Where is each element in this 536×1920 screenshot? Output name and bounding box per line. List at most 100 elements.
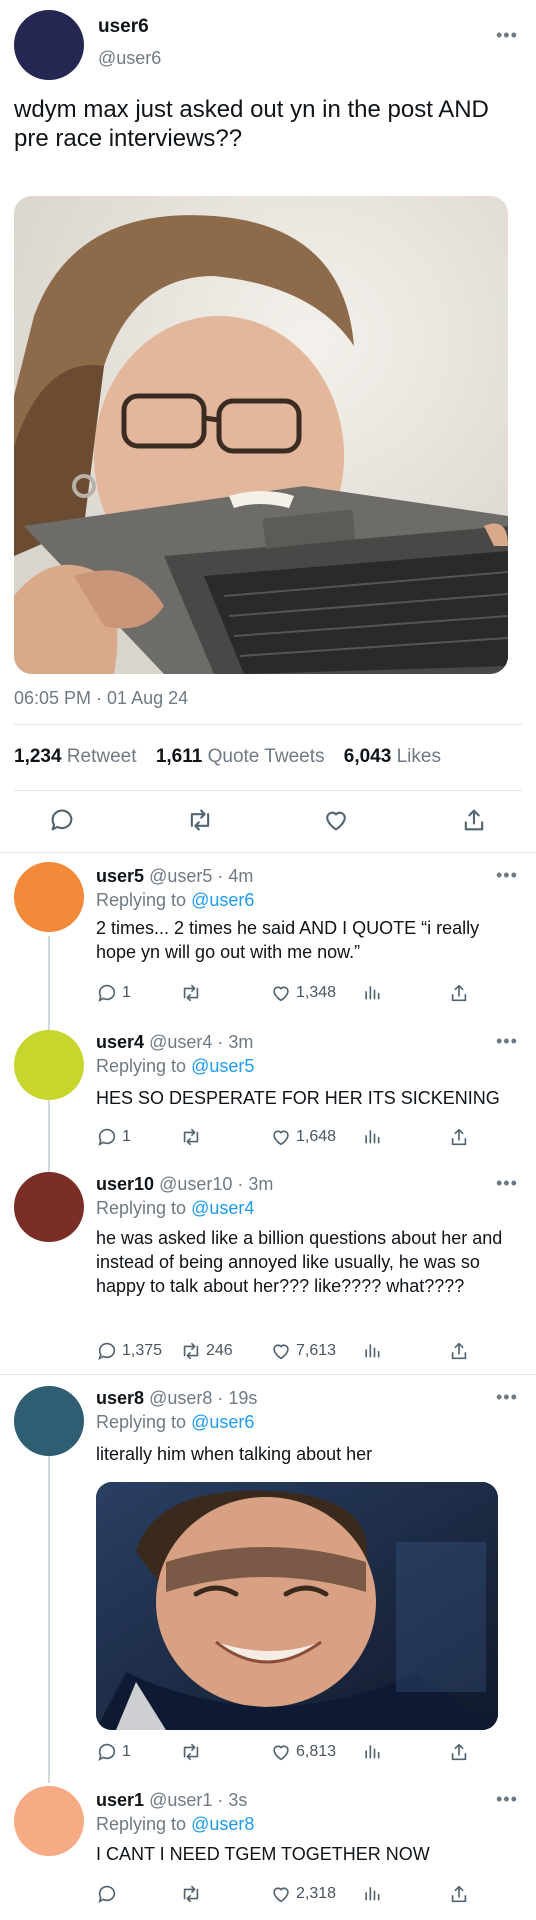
heart-icon: [273, 1745, 289, 1761]
like-button[interactable]: 7,613: [270, 1340, 336, 1362]
quote-label[interactable]: Quote Tweets: [208, 746, 325, 767]
quote-count[interactable]: 1,611: [156, 746, 203, 767]
reply-text: literally him when talking about her: [96, 1444, 373, 1464]
views-button[interactable]: [362, 1741, 382, 1761]
reply-icon[interactable]: [48, 806, 76, 834]
main-tweet-text: wdym max just asked out yn in the post A…: [14, 96, 489, 152]
heart-icon: [273, 1887, 289, 1903]
replying-to-link[interactable]: @user6: [191, 890, 254, 910]
more-icon[interactable]: •••: [496, 26, 518, 44]
share-button[interactable]: [448, 1883, 470, 1905]
more-icon[interactable]: •••: [496, 1174, 518, 1192]
avatar[interactable]: [14, 1030, 84, 1100]
main-avatar[interactable]: [14, 10, 84, 80]
divider: [14, 724, 522, 725]
replying-prefix: Replying to: [96, 1412, 187, 1432]
like-count: 1,648: [296, 1128, 337, 1145]
retweet-label[interactable]: Retweet: [67, 746, 137, 767]
replying-to-link[interactable]: @user6: [191, 1412, 254, 1432]
reply-header: user4 @user4 · 3m: [96, 1032, 253, 1053]
retweet-icon[interactable]: [186, 806, 214, 834]
replying-to: Replying to @user4: [96, 1198, 254, 1219]
reply-button[interactable]: 1: [96, 1741, 131, 1763]
thread-line: [48, 936, 50, 1034]
replying-prefix: Replying to: [96, 1814, 187, 1834]
author-name[interactable]: user8: [96, 1388, 144, 1408]
retweet-button[interactable]: [180, 1741, 206, 1763]
more-icon[interactable]: •••: [496, 866, 518, 884]
share-button[interactable]: [448, 1741, 470, 1763]
like-button[interactable]: 1,348: [270, 982, 336, 1004]
more-icon[interactable]: •••: [496, 1388, 518, 1406]
more-icon[interactable]: •••: [496, 1790, 518, 1808]
views-button[interactable]: [362, 982, 382, 1002]
more-icon[interactable]: •••: [496, 1032, 518, 1050]
reply-actions: 2,318: [96, 1883, 486, 1907]
author-handle-time[interactable]: @user1 · 3s: [149, 1790, 247, 1810]
share-icon[interactable]: [460, 806, 488, 834]
like-count: 2,318: [296, 1885, 337, 1902]
views-button[interactable]: [362, 1126, 382, 1146]
woman-biting-laptop-image: [14, 196, 508, 674]
like-count[interactable]: 6,043: [344, 746, 392, 767]
replying-to-link[interactable]: @user4: [191, 1198, 254, 1218]
replying-to-link[interactable]: @user8: [191, 1814, 254, 1834]
retweet-icon: [183, 1885, 199, 1903]
like-label[interactable]: Likes: [397, 746, 441, 767]
avatar[interactable]: [14, 1786, 84, 1856]
author-handle-time[interactable]: @user8 · 19s: [149, 1388, 257, 1408]
reply-actions: 1 1,648: [96, 1126, 486, 1150]
reply-count: 1: [122, 1743, 131, 1760]
retweet-button[interactable]: [180, 1883, 206, 1905]
reply-header: user8 @user8 · 19s: [96, 1388, 257, 1409]
replying-to: Replying to @user6: [96, 1412, 254, 1433]
like-count: 6,813: [296, 1743, 337, 1760]
reply-icon: [98, 1342, 116, 1360]
like-button[interactable]: 1,648: [270, 1126, 336, 1148]
replying-to-link[interactable]: @user5: [191, 1056, 254, 1076]
author-name[interactable]: user5: [96, 866, 144, 886]
share-button[interactable]: [448, 1340, 470, 1362]
like-button[interactable]: 6,813: [270, 1741, 336, 1763]
author-name[interactable]: user10: [96, 1174, 154, 1194]
author-handle-time[interactable]: @user4 · 3m: [149, 1032, 253, 1052]
reply-actions: 1 1,348: [96, 982, 486, 1006]
heart-icon: [273, 986, 289, 1002]
reply-header: user10 @user10 · 3m: [96, 1174, 273, 1195]
reply-button[interactable]: 1: [96, 982, 131, 1004]
reply-image[interactable]: [96, 1482, 498, 1730]
like-count: 7,613: [296, 1342, 337, 1359]
reply-button[interactable]: 1: [96, 1126, 131, 1148]
retweet-button[interactable]: [180, 982, 206, 1004]
author-name[interactable]: user1: [96, 1790, 144, 1810]
main-author-handle[interactable]: @user6: [98, 48, 161, 69]
main-tweet-image[interactable]: [14, 196, 508, 674]
reply-button[interactable]: 1,375: [96, 1340, 162, 1362]
avatar[interactable]: [14, 1172, 84, 1242]
author-handle-time[interactable]: @user5 · 4m: [149, 866, 253, 886]
share-button[interactable]: [448, 1126, 470, 1148]
reply-header: user1 @user1 · 3s: [96, 1790, 247, 1811]
main-author-name[interactable]: user6: [98, 16, 149, 38]
retweet-count[interactable]: 1,234: [14, 746, 62, 767]
share-icon: [451, 984, 467, 1002]
avatar[interactable]: [14, 862, 84, 932]
author-name[interactable]: user4: [96, 1032, 144, 1052]
views-button[interactable]: [362, 1883, 382, 1903]
retweet-icon: [183, 1128, 199, 1146]
views-button[interactable]: [362, 1340, 382, 1360]
views-icon: [365, 1887, 380, 1901]
retweet-button[interactable]: 246: [180, 1340, 233, 1362]
tweet-timestamp[interactable]: 06:05 PM · 01 Aug 24: [14, 688, 188, 709]
author-handle-time[interactable]: @user10 · 3m: [159, 1174, 273, 1194]
reply-button[interactable]: [96, 1883, 122, 1905]
share-icon: [451, 1885, 467, 1903]
retweet-button[interactable]: [180, 1126, 206, 1148]
like-button[interactable]: 2,318: [270, 1883, 336, 1905]
reply-header: user5 @user5 · 4m: [96, 866, 253, 887]
share-button[interactable]: [448, 982, 470, 1004]
heart-icon[interactable]: [322, 806, 350, 834]
retweet-icon: [183, 1342, 199, 1360]
avatar[interactable]: [14, 1386, 84, 1456]
replying-prefix: Replying to: [96, 890, 187, 910]
